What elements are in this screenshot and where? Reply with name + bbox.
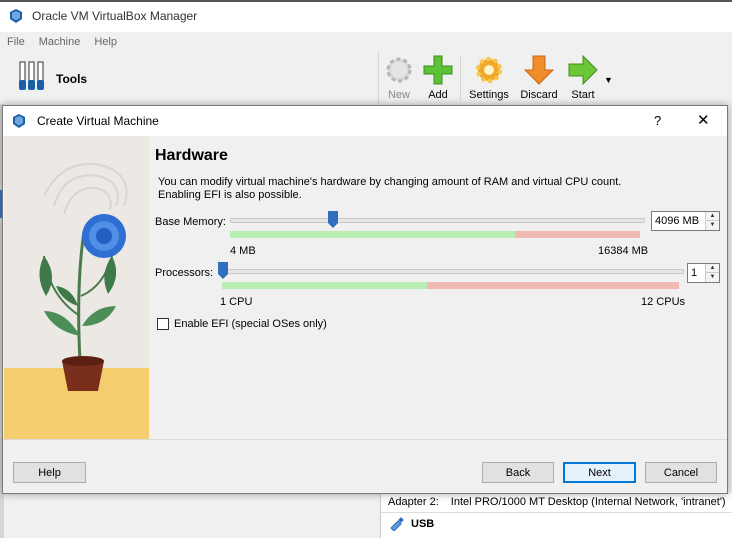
details-divider xyxy=(381,512,732,513)
adapter-value: Intel PRO/1000 MT Desktop (Internal Netw… xyxy=(450,496,726,508)
base-memory-scale xyxy=(230,231,640,238)
wizard-page-hardware: Hardware You can modify virtual machine'… xyxy=(150,136,727,439)
processors-max-label: 12 CPUs xyxy=(641,296,686,308)
back-button[interactable]: Back xyxy=(482,462,554,483)
menu-file[interactable]: File xyxy=(7,36,25,48)
spin-up-icon[interactable]: ▲ xyxy=(706,264,719,273)
processors-spinbox[interactable]: 1 ▲ ▼ xyxy=(687,263,720,283)
usb-icon xyxy=(390,517,404,531)
dialog-footer-divider xyxy=(3,439,727,440)
dialog-close-icon[interactable]: ✕ xyxy=(697,111,710,129)
spin-up-icon[interactable]: ▲ xyxy=(706,212,719,221)
flower-pot-illustration xyxy=(4,136,149,439)
base-memory-value: 4096 MB xyxy=(655,215,700,227)
processors-label: Processors: xyxy=(155,267,214,279)
settings-gear-icon xyxy=(476,57,502,83)
spin-down-icon[interactable]: ▼ xyxy=(706,221,719,230)
adapter-row: Adapter 2: Intel PRO/1000 MT Desktop (Int… xyxy=(388,496,726,508)
help-button[interactable]: Help xyxy=(13,462,86,483)
start-label: Start xyxy=(571,89,595,101)
start-button[interactable]: Start xyxy=(566,52,600,104)
settings-label: Settings xyxy=(469,89,509,101)
processors-scale-safe xyxy=(222,282,427,289)
usb-section-header[interactable]: USB xyxy=(389,517,434,531)
processors-spin-buttons[interactable]: ▲ ▼ xyxy=(705,264,719,282)
base-memory-slider-track[interactable] xyxy=(230,218,645,223)
add-plus-icon xyxy=(423,55,453,85)
main-titlebar: Oracle VM VirtualBox Manager xyxy=(0,0,732,32)
top-border xyxy=(0,0,732,2)
spin-down-icon[interactable]: ▼ xyxy=(706,273,719,282)
page-description: You can modify virtual machine's hardwar… xyxy=(158,176,622,201)
toolbar-divider xyxy=(378,52,379,104)
base-memory-scale-safe xyxy=(230,231,515,238)
new-gear-icon xyxy=(386,57,412,83)
processors-slider-track[interactable] xyxy=(222,269,684,274)
tools-icon xyxy=(19,61,44,90)
new-label: New xyxy=(387,89,410,101)
base-memory-spin-buttons[interactable]: ▲ ▼ xyxy=(705,212,719,230)
start-dropdown-arrow-icon[interactable]: ▼ xyxy=(604,75,613,85)
dialog-title: Create Virtual Machine xyxy=(37,114,159,128)
virtualbox-logo-icon xyxy=(13,114,25,128)
menu-help[interactable]: Help xyxy=(94,36,117,48)
enable-efi-label[interactable]: Enable EFI (special OSes only) xyxy=(174,318,327,330)
window-title: Oracle VM VirtualBox Manager xyxy=(32,9,198,23)
tools-label: Tools xyxy=(56,72,88,86)
processors-scale xyxy=(222,282,679,289)
adapter-label: Adapter 2: xyxy=(388,496,439,508)
processors-min-label: 1 CPU xyxy=(220,296,253,308)
toolbar-divider-2 xyxy=(460,55,461,101)
processors-value: 1 xyxy=(691,267,698,279)
add-button[interactable]: Add xyxy=(421,52,455,104)
base-memory-scale-risky xyxy=(515,231,640,238)
processors-scale-risky xyxy=(427,282,679,289)
virtualbox-logo-icon xyxy=(10,9,22,23)
details-pane: Adapter 2: Intel PRO/1000 MT Desktop (Int… xyxy=(380,493,732,538)
discard-label: Discard xyxy=(520,89,558,101)
create-vm-dialog: Create Virtual Machine ? ✕ Hardware You … xyxy=(2,105,728,494)
wizard-illustration xyxy=(4,136,149,439)
base-memory-max-label: 16384 MB xyxy=(598,245,649,257)
enable-efi-checkbox[interactable] xyxy=(157,318,169,330)
dialog-titlebar: Create Virtual Machine xyxy=(3,106,727,136)
add-label: Add xyxy=(428,89,448,101)
cancel-button[interactable]: Cancel xyxy=(645,462,717,483)
start-arrow-icon xyxy=(568,54,598,86)
new-button[interactable]: New xyxy=(382,52,416,104)
base-memory-slider-thumb[interactable] xyxy=(327,211,338,228)
menubar: File Machine Help xyxy=(0,32,732,52)
processors-slider-thumb[interactable] xyxy=(218,262,228,279)
discard-arrow-icon xyxy=(523,55,555,85)
settings-button[interactable]: Settings xyxy=(466,52,512,104)
base-memory-min-label: 4 MB xyxy=(230,245,256,257)
base-memory-spinbox[interactable]: 4096 MB ▲ ▼ xyxy=(651,211,720,231)
next-button[interactable]: Next xyxy=(563,462,636,483)
dialog-help-icon[interactable]: ? xyxy=(654,113,661,128)
base-memory-label: Base Memory: xyxy=(155,216,226,228)
discard-button[interactable]: Discard xyxy=(517,52,561,104)
page-heading: Hardware xyxy=(155,147,228,164)
usb-label: USB xyxy=(411,518,435,530)
tools-panel[interactable]: Tools xyxy=(0,52,380,104)
menu-machine[interactable]: Machine xyxy=(39,36,81,48)
